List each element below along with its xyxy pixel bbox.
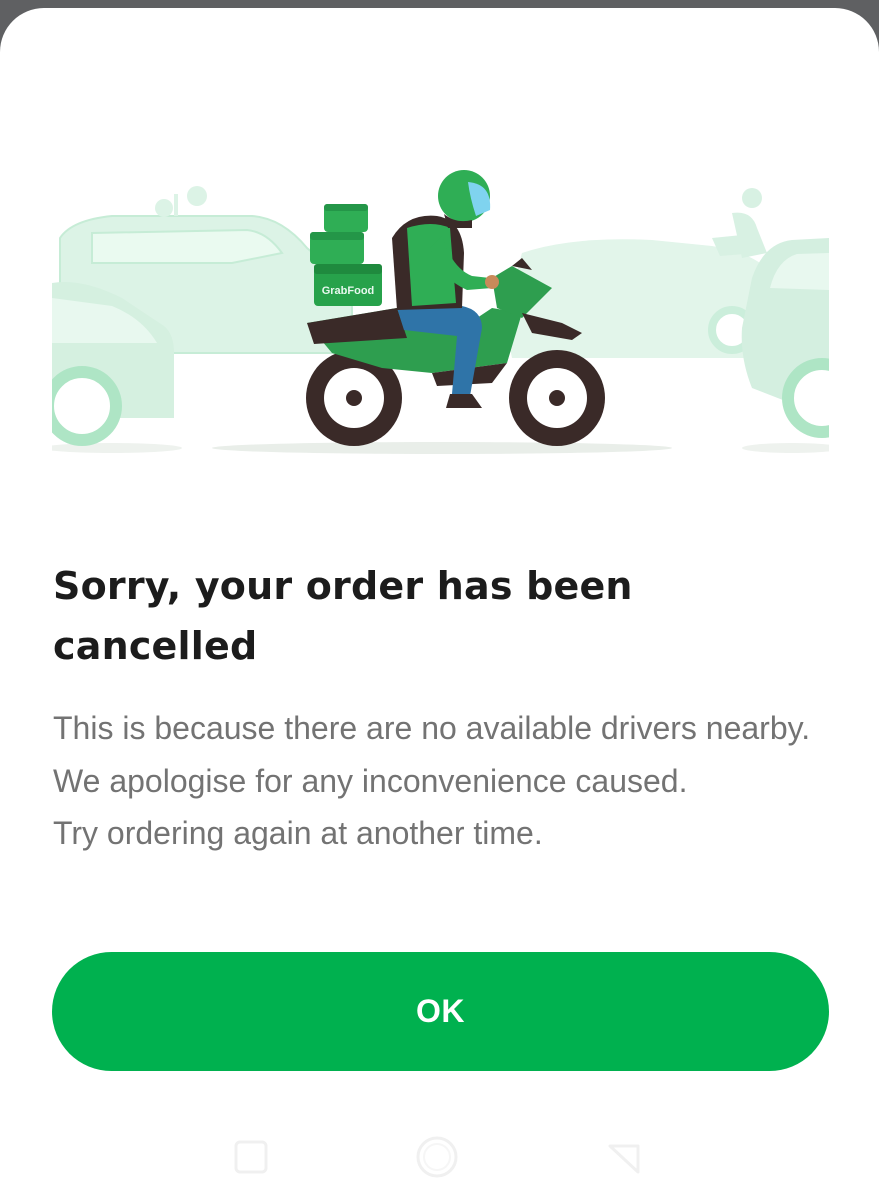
grabfood-box-label: GrabFood xyxy=(322,285,375,297)
cancellation-dialog: GrabFood Sorry, your order has been canc… xyxy=(0,8,879,1200)
triangle-back-icon[interactable] xyxy=(598,1132,648,1182)
grabfood-delivery-rider-icon: GrabFood xyxy=(42,170,862,454)
delivery-rider-illustration: GrabFood xyxy=(42,158,862,468)
ok-button[interactable]: OK xyxy=(52,952,829,1071)
system-navigation-bar xyxy=(0,1116,879,1200)
message-line-apology: We apologise for any inconvenience cause… xyxy=(53,762,688,799)
message-line-reason: This is because there are no available d… xyxy=(53,710,811,746)
message-line-retry: Try ordering again at another time. xyxy=(53,815,543,851)
circle-home-icon[interactable] xyxy=(412,1132,462,1182)
square-recents-icon[interactable] xyxy=(228,1132,278,1182)
dialog-title: Sorry, your order has been cancelled xyxy=(53,564,633,668)
dialog-message: This is because there are no available d… xyxy=(53,702,833,860)
